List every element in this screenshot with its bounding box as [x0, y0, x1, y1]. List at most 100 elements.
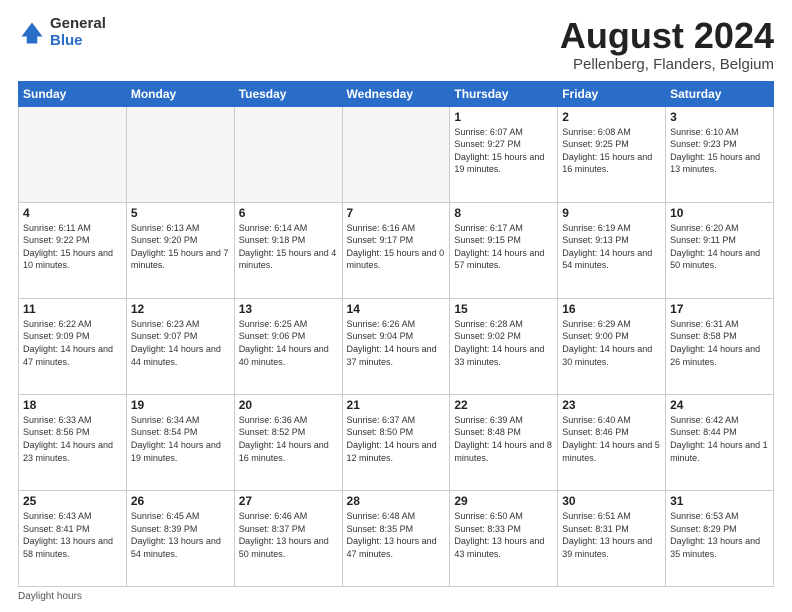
- calendar-day-cell: 24 Sunrise: 6:42 AM Sunset: 8:44 PM Dayli…: [666, 394, 774, 490]
- calendar-day-cell: 16 Sunrise: 6:29 AM Sunset: 9:00 PM Dayli…: [558, 298, 666, 394]
- day-number: 13: [239, 302, 338, 316]
- day-info: Sunrise: 6:22 AM Sunset: 9:09 PM Dayligh…: [23, 318, 122, 368]
- footer-note: Daylight hours: [18, 591, 774, 602]
- day-of-week-header: Tuesday: [234, 81, 342, 106]
- calendar-day-cell: 15 Sunrise: 6:28 AM Sunset: 9:02 PM Dayli…: [450, 298, 558, 394]
- day-info: Sunrise: 6:25 AM Sunset: 9:06 PM Dayligh…: [239, 318, 338, 368]
- day-info: Sunrise: 6:45 AM Sunset: 8:39 PM Dayligh…: [131, 510, 230, 560]
- top-section: General Blue August 2024 Pellenberg, Fla…: [18, 16, 774, 73]
- day-info: Sunrise: 6:50 AM Sunset: 8:33 PM Dayligh…: [454, 510, 553, 560]
- calendar-day-cell: 18 Sunrise: 6:33 AM Sunset: 8:56 PM Dayli…: [19, 394, 127, 490]
- day-number: 24: [670, 398, 769, 412]
- day-number: 7: [347, 206, 446, 220]
- calendar-day-cell: [126, 106, 234, 202]
- day-number: 14: [347, 302, 446, 316]
- day-info: Sunrise: 6:51 AM Sunset: 8:31 PM Dayligh…: [562, 510, 661, 560]
- day-of-week-header: Saturday: [666, 81, 774, 106]
- calendar-day-cell: 17 Sunrise: 6:31 AM Sunset: 8:58 PM Dayli…: [666, 298, 774, 394]
- calendar-day-cell: 3 Sunrise: 6:10 AM Sunset: 9:23 PM Daylig…: [666, 106, 774, 202]
- day-number: 27: [239, 494, 338, 508]
- calendar-table: SundayMondayTuesdayWednesdayThursdayFrid…: [18, 81, 774, 587]
- calendar-day-cell: 27 Sunrise: 6:46 AM Sunset: 8:37 PM Dayli…: [234, 490, 342, 586]
- calendar-day-cell: 30 Sunrise: 6:51 AM Sunset: 8:31 PM Dayli…: [558, 490, 666, 586]
- day-number: 6: [239, 206, 338, 220]
- day-number: 30: [562, 494, 661, 508]
- day-info: Sunrise: 6:17 AM Sunset: 9:15 PM Dayligh…: [454, 222, 553, 272]
- calendar-week-row: 4Sunrise: 6:11 AM Sunset: 9:22 PM Daylig…: [19, 202, 774, 298]
- day-info: Sunrise: 6:26 AM Sunset: 9:04 PM Dayligh…: [347, 318, 446, 368]
- day-info: Sunrise: 6:31 AM Sunset: 8:58 PM Dayligh…: [670, 318, 769, 368]
- calendar-day-cell: 25Sunrise: 6:43 AM Sunset: 8:41 PM Dayli…: [19, 490, 127, 586]
- day-info: Sunrise: 6:42 AM Sunset: 8:44 PM Dayligh…: [670, 414, 769, 464]
- day-number: 10: [670, 206, 769, 220]
- day-number: 12: [131, 302, 230, 316]
- calendar-day-cell: 26 Sunrise: 6:45 AM Sunset: 8:39 PM Dayli…: [126, 490, 234, 586]
- day-info: Sunrise: 6:16 AM Sunset: 9:17 PM Dayligh…: [347, 222, 446, 272]
- day-info: Sunrise: 6:48 AM Sunset: 8:35 PM Dayligh…: [347, 510, 446, 560]
- day-number: 8: [454, 206, 553, 220]
- day-info: Sunrise: 6:36 AM Sunset: 8:52 PM Dayligh…: [239, 414, 338, 464]
- day-number: 9: [562, 206, 661, 220]
- day-number: 28: [347, 494, 446, 508]
- day-number: 18: [23, 398, 122, 412]
- logo-blue-text: Blue: [50, 33, 106, 50]
- calendar-day-cell: 8 Sunrise: 6:17 AM Sunset: 9:15 PM Daylig…: [450, 202, 558, 298]
- day-info: Sunrise: 6:37 AM Sunset: 8:50 PM Dayligh…: [347, 414, 446, 464]
- day-number: 16: [562, 302, 661, 316]
- calendar-day-cell: [19, 106, 127, 202]
- day-number: 11: [23, 302, 122, 316]
- day-number: 4: [23, 206, 122, 220]
- day-of-week-header: Thursday: [450, 81, 558, 106]
- day-info: Sunrise: 6:20 AM Sunset: 9:11 PM Dayligh…: [670, 222, 769, 272]
- calendar-day-cell: 10 Sunrise: 6:20 AM Sunset: 9:11 PM Dayli…: [666, 202, 774, 298]
- day-number: 26: [131, 494, 230, 508]
- day-number: 15: [454, 302, 553, 316]
- calendar-week-row: 18 Sunrise: 6:33 AM Sunset: 8:56 PM Dayli…: [19, 394, 774, 490]
- day-number: 1: [454, 110, 553, 124]
- daylight-hours-label: Daylight hours: [18, 591, 82, 602]
- day-info: Sunrise: 6:10 AM Sunset: 9:23 PM Dayligh…: [670, 126, 769, 176]
- calendar-day-cell: 14 Sunrise: 6:26 AM Sunset: 9:04 PM Dayli…: [342, 298, 450, 394]
- day-info: Sunrise: 6:07 AM Sunset: 9:27 PM Dayligh…: [454, 126, 553, 176]
- day-number: 3: [670, 110, 769, 124]
- day-number: 17: [670, 302, 769, 316]
- calendar-day-cell: 13 Sunrise: 6:25 AM Sunset: 9:06 PM Dayli…: [234, 298, 342, 394]
- calendar-day-cell: 20 Sunrise: 6:36 AM Sunset: 8:52 PM Dayli…: [234, 394, 342, 490]
- logo-icon: [18, 19, 46, 47]
- day-info: Sunrise: 6:29 AM Sunset: 9:00 PM Dayligh…: [562, 318, 661, 368]
- day-number: 5: [131, 206, 230, 220]
- calendar-day-cell: 1 Sunrise: 6:07 AM Sunset: 9:27 PM Daylig…: [450, 106, 558, 202]
- day-info: Sunrise: 6:46 AM Sunset: 8:37 PM Dayligh…: [239, 510, 338, 560]
- day-info: Sunrise: 6:08 AM Sunset: 9:25 PM Dayligh…: [562, 126, 661, 176]
- day-number: 23: [562, 398, 661, 412]
- day-of-week-header: Monday: [126, 81, 234, 106]
- day-info: Sunrise: 6:13 AM Sunset: 9:20 PM Dayligh…: [131, 222, 230, 272]
- day-info: Sunrise: 6:28 AM Sunset: 9:02 PM Dayligh…: [454, 318, 553, 368]
- logo-general-text: General: [50, 16, 106, 33]
- day-number: 22: [454, 398, 553, 412]
- day-info: Sunrise: 6:19 AM Sunset: 9:13 PM Dayligh…: [562, 222, 661, 272]
- day-of-week-header: Friday: [558, 81, 666, 106]
- day-number: 19: [131, 398, 230, 412]
- calendar-day-cell: 23 Sunrise: 6:40 AM Sunset: 8:46 PM Dayli…: [558, 394, 666, 490]
- day-info: Sunrise: 6:43 AM Sunset: 8:41 PM Dayligh…: [23, 510, 122, 560]
- calendar-day-cell: 9 Sunrise: 6:19 AM Sunset: 9:13 PM Daylig…: [558, 202, 666, 298]
- calendar-day-cell: 22Sunrise: 6:39 AM Sunset: 8:48 PM Dayli…: [450, 394, 558, 490]
- calendar-day-cell: 21Sunrise: 6:37 AM Sunset: 8:50 PM Dayli…: [342, 394, 450, 490]
- day-of-week-header: Wednesday: [342, 81, 450, 106]
- day-info: Sunrise: 6:14 AM Sunset: 9:18 PM Dayligh…: [239, 222, 338, 272]
- logo: General Blue: [18, 16, 106, 49]
- calendar-week-row: 11 Sunrise: 6:22 AM Sunset: 9:09 PM Dayli…: [19, 298, 774, 394]
- calendar-subtitle: Pellenberg, Flanders, Belgium: [560, 56, 774, 73]
- day-number: 29: [454, 494, 553, 508]
- calendar-week-row: 1 Sunrise: 6:07 AM Sunset: 9:27 PM Daylig…: [19, 106, 774, 202]
- day-info: Sunrise: 6:23 AM Sunset: 9:07 PM Dayligh…: [131, 318, 230, 368]
- page: General Blue August 2024 Pellenberg, Fla…: [0, 0, 792, 612]
- calendar-day-cell: 12 Sunrise: 6:23 AM Sunset: 9:07 PM Dayli…: [126, 298, 234, 394]
- calendar-day-cell: 19Sunrise: 6:34 AM Sunset: 8:54 PM Dayli…: [126, 394, 234, 490]
- day-info: Sunrise: 6:33 AM Sunset: 8:56 PM Dayligh…: [23, 414, 122, 464]
- day-number: 20: [239, 398, 338, 412]
- day-info: Sunrise: 6:40 AM Sunset: 8:46 PM Dayligh…: [562, 414, 661, 464]
- calendar-title: August 2024: [560, 16, 774, 56]
- day-of-week-header: Sunday: [19, 81, 127, 106]
